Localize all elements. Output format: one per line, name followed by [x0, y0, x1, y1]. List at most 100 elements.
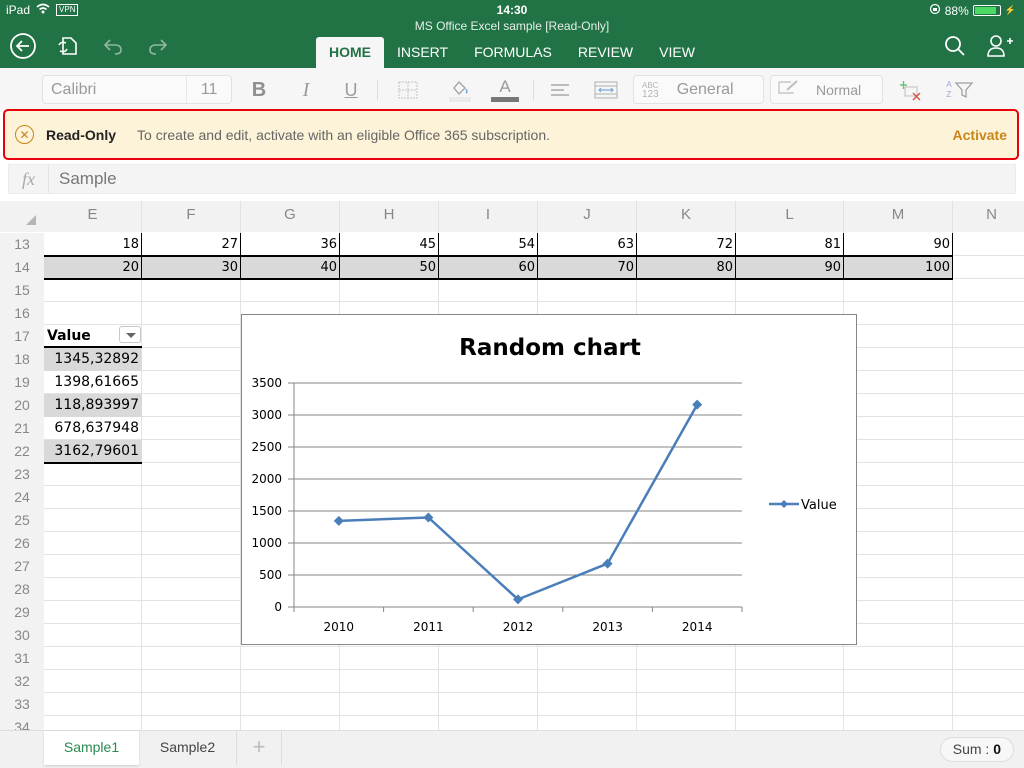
sheet-tab-sample2[interactable]: Sample2 [139, 731, 236, 765]
tab-insert[interactable]: INSERT [384, 37, 461, 68]
column-header-g[interactable]: G [241, 201, 340, 232]
row-header-31[interactable]: 31 [0, 647, 44, 670]
cell-h13[interactable]: 45 [340, 233, 439, 256]
data-point-marker [333, 515, 344, 526]
sort-filter-button[interactable]: A Z [943, 78, 977, 102]
row-header-14[interactable]: 14 [0, 256, 44, 279]
share-button[interactable] [986, 32, 1014, 60]
x-tick-label: 2010 [324, 620, 355, 634]
value-cell-e20[interactable]: 118,893997 [44, 394, 142, 417]
cell-j14[interactable]: 70 [538, 256, 637, 279]
cell-k13[interactable]: 72 [637, 233, 736, 256]
row-header-16[interactable]: 16 [0, 302, 44, 325]
row-header-13[interactable]: 13 [0, 233, 44, 256]
number-format-picker[interactable]: ABC 123 General [633, 75, 764, 104]
value-cell-e22[interactable]: 3162,79601 [44, 440, 142, 463]
cell-i13[interactable]: 54 [439, 233, 538, 256]
column-header-i[interactable]: I [439, 201, 538, 232]
column-header-j[interactable]: J [538, 201, 637, 232]
undo-button[interactable] [99, 32, 127, 60]
cell-f14[interactable]: 30 [142, 256, 241, 279]
column-header-h[interactable]: H [340, 201, 439, 232]
row-header-17[interactable]: 17 [0, 325, 44, 348]
cell-e13[interactable]: 18 [44, 233, 142, 256]
cell-style-picker[interactable]: Normal [770, 75, 883, 104]
data-point-marker [692, 399, 703, 410]
cell-h14[interactable]: 50 [340, 256, 439, 279]
align-button[interactable] [549, 78, 571, 102]
cell-g13[interactable]: 36 [241, 233, 340, 256]
file-menu-button[interactable] [54, 32, 82, 60]
cell-g14[interactable]: 40 [241, 256, 340, 279]
formula-input[interactable]: Sample [59, 169, 117, 189]
row-header-24[interactable]: 24 [0, 486, 44, 509]
formula-bar[interactable]: fx Sample [8, 164, 1016, 194]
italic-button[interactable]: I [296, 78, 316, 102]
sum-label: Sum : [952, 741, 994, 757]
value-cell-e18[interactable]: 1345,32892 [44, 348, 142, 371]
cell-e14[interactable]: 20 [44, 256, 142, 279]
font-name[interactable]: Calibri [43, 76, 188, 103]
font-color-button[interactable]: A [491, 78, 519, 102]
fill-color-button[interactable] [446, 78, 474, 102]
row-header-22[interactable]: 22 [0, 440, 44, 463]
paint-bucket-icon [449, 81, 471, 102]
cell-i14[interactable]: 60 [439, 256, 538, 279]
wrap-text-button[interactable] [594, 78, 618, 102]
row-header-34[interactable]: 34 [0, 716, 44, 731]
row-header-23[interactable]: 23 [0, 463, 44, 486]
column-header-m[interactable]: M [844, 201, 953, 232]
column-header-n[interactable]: N [953, 201, 1024, 232]
row-header-26[interactable]: 26 [0, 532, 44, 555]
font-size[interactable]: 11 [187, 81, 231, 99]
row-header-28[interactable]: 28 [0, 578, 44, 601]
bold-button[interactable]: B [249, 78, 269, 102]
column-header-f[interactable]: F [142, 201, 241, 232]
chart-title: Random chart [459, 335, 641, 361]
back-button[interactable] [9, 32, 37, 60]
cell-l14[interactable]: 90 [736, 256, 844, 279]
activate-link[interactable]: Activate [953, 127, 1007, 143]
row-header-15[interactable]: 15 [0, 279, 44, 302]
sheet-tab-sample1[interactable]: Sample1 [44, 731, 139, 765]
tab-review[interactable]: REVIEW [565, 37, 646, 68]
line-chart[interactable]: Random chart 0 500 1000 1500 2000 2500 3000 3500… [241, 314, 857, 645]
insert-delete-cells-button[interactable] [897, 78, 923, 102]
row-header-19[interactable]: 19 [0, 371, 44, 394]
row-header-27[interactable]: 27 [0, 555, 44, 578]
tab-formulas[interactable]: FORMULAS [461, 37, 565, 68]
ribbon-tabs: HOME INSERT FORMULAS REVIEW VIEW [316, 37, 708, 68]
row-header-18[interactable]: 18 [0, 348, 44, 371]
tab-home[interactable]: HOME [316, 37, 384, 68]
cell-k14[interactable]: 80 [637, 256, 736, 279]
borders-button[interactable] [396, 78, 420, 102]
row-header-21[interactable]: 21 [0, 417, 44, 440]
add-sheet-button[interactable]: + [236, 731, 282, 765]
spreadsheet-grid[interactable]: EFGHIJKLMN 13 14 15 16 17 18 19 20 21 22 23 24 25 26 2… [0, 201, 1024, 731]
cell-l13[interactable]: 81 [736, 233, 844, 256]
search-button[interactable] [941, 32, 969, 60]
row-header-32[interactable]: 32 [0, 670, 44, 693]
row-header-30[interactable]: 30 [0, 624, 44, 647]
filter-dropdown-button[interactable] [119, 326, 141, 343]
sum-indicator[interactable]: Sum : 0 [939, 737, 1014, 762]
font-picker[interactable]: Calibri 11 [42, 75, 232, 104]
underline-button[interactable]: U [341, 78, 361, 102]
cell-f13[interactable]: 27 [142, 233, 241, 256]
column-header-e[interactable]: E [44, 201, 142, 232]
column-header-k[interactable]: K [637, 201, 736, 232]
redo-button[interactable] [144, 32, 172, 60]
column-header-l[interactable]: L [736, 201, 844, 232]
row-header-33[interactable]: 33 [0, 693, 44, 716]
row-header-25[interactable]: 25 [0, 509, 44, 532]
sum-value: 0 [993, 741, 1001, 757]
tab-view[interactable]: VIEW [646, 37, 708, 68]
select-all-corner[interactable] [0, 201, 44, 232]
cell-m14[interactable]: 100 [844, 256, 953, 279]
value-cell-e19[interactable]: 1398,61665 [44, 371, 142, 394]
row-header-29[interactable]: 29 [0, 601, 44, 624]
row-header-20[interactable]: 20 [0, 394, 44, 417]
cell-j13[interactable]: 63 [538, 233, 637, 256]
cell-m13[interactable]: 90 [844, 233, 953, 256]
value-cell-e21[interactable]: 678,637948 [44, 417, 142, 440]
